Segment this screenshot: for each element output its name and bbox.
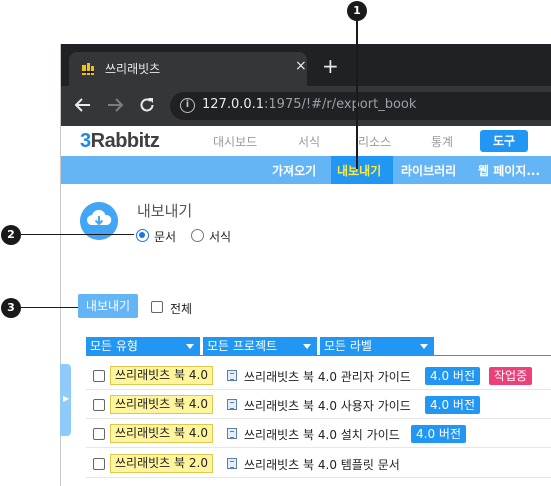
app-logo[interactable]: 3Rabbitz xyxy=(80,130,160,153)
table-row[interactable]: 쓰리래빗츠 북 4.0 쓰리래빗츠 북 4.0 설치 가이드 4.0 버전 xyxy=(86,420,551,448)
reload-icon[interactable] xyxy=(138,96,156,114)
radio-template-label: 서식 xyxy=(209,230,232,244)
browser-tab-bar: 쓰리래빗츠 × + xyxy=(60,44,551,86)
new-tab-icon[interactable]: + xyxy=(322,56,339,76)
subnav-import[interactable]: 가져오기 xyxy=(272,162,316,179)
callout-2-line xyxy=(21,234,134,235)
chevron-down-icon xyxy=(303,344,311,349)
table-row[interactable]: 쓰리래빗츠 북 4.0 쓰리래빗츠 북 4.0 사용자 가이드 4.0 버전 xyxy=(86,391,551,419)
book-tag[interactable]: 쓰리래빗츠 북 2.0 xyxy=(110,454,213,473)
filter-project[interactable]: 모든 프로젝트 xyxy=(203,337,317,355)
version-badge: 4.0 버전 xyxy=(425,396,480,414)
url-text: 127.0.0.1:1975/!#/r/export_book xyxy=(202,97,417,112)
document-title[interactable]: 쓰리래빗츠 북 4.0 템플릿 문서 xyxy=(244,456,400,473)
browser-tab[interactable]: 쓰리래빗츠 × xyxy=(69,52,307,86)
rabbit-favicon-icon xyxy=(82,63,94,75)
app-header: 3Rabbitz 대시보드 서식 리소스 통계 도구 xyxy=(60,126,551,156)
row-checkbox[interactable] xyxy=(93,458,105,470)
row-checkbox[interactable] xyxy=(93,399,105,411)
filter-type[interactable]: 모든 유형 xyxy=(86,337,200,355)
callout-1-line xyxy=(356,21,358,169)
callout-3: 3 xyxy=(1,298,21,318)
book-tag[interactable]: 쓰리래빗츠 북 4.0 xyxy=(110,395,213,414)
subnav-webpage[interactable]: 웹 페이지... xyxy=(478,162,540,179)
chevron-right-icon: ▶ xyxy=(63,394,70,403)
document-icon xyxy=(227,399,237,410)
sidebar-toggle[interactable]: ▶ xyxy=(60,364,71,436)
callout-1: 1 xyxy=(347,1,367,21)
menu-dashboard[interactable]: 대시보드 xyxy=(213,133,257,150)
menu-statistics[interactable]: 통계 xyxy=(431,133,453,150)
select-all-label: 전체 xyxy=(170,302,193,316)
document-title[interactable]: 쓰리래빗츠 북 4.0 설치 가이드 xyxy=(244,426,400,443)
subnav-library[interactable]: 라이브러리 xyxy=(401,162,456,179)
back-arrow-icon[interactable] xyxy=(74,96,92,114)
browser-toolbar: i 127.0.0.1:1975/!#/r/export_book xyxy=(60,86,551,126)
table-row[interactable]: 쓰리래빗츠 북 4.0 쓰리래빗츠 북 4.0 관리자 가이드 4.0 버전 작… xyxy=(86,362,551,390)
document-title[interactable]: 쓰리래빗츠 북 4.0 관리자 가이드 xyxy=(244,368,411,385)
menu-tool[interactable]: 도구 xyxy=(480,130,528,152)
filter-underline xyxy=(86,355,551,356)
document-icon xyxy=(227,428,237,439)
page-title: 내보내기 xyxy=(137,202,193,220)
callout-3-line xyxy=(21,307,78,308)
chevron-down-icon xyxy=(420,344,428,349)
menu-template[interactable]: 서식 xyxy=(298,133,320,150)
chevron-down-icon xyxy=(186,344,194,349)
tab-title: 쓰리래빗츠 xyxy=(105,62,161,76)
filter-label[interactable]: 모든 라벨 xyxy=(320,337,434,355)
select-all-checkbox[interactable] xyxy=(151,301,163,313)
callout-2: 2 xyxy=(1,225,21,245)
table-row[interactable]: 쓰리래빗츠 북 2.0 쓰리래빗츠 북 4.0 템플릿 문서 xyxy=(86,450,551,478)
book-tag[interactable]: 쓰리래빗츠 북 4.0 xyxy=(110,366,213,385)
radio-template[interactable] xyxy=(191,229,204,242)
document-icon xyxy=(227,370,237,381)
menu-resource[interactable]: 리소스 xyxy=(358,133,391,150)
version-badge: 4.0 버전 xyxy=(425,367,480,385)
radio-document[interactable] xyxy=(136,229,149,242)
document-title[interactable]: 쓰리래빗츠 북 4.0 사용자 가이드 xyxy=(244,397,411,414)
status-badge: 작업중 xyxy=(489,367,533,385)
version-badge: 4.0 버전 xyxy=(411,425,466,443)
export-button[interactable]: 내보내기 xyxy=(78,294,138,318)
book-tag[interactable]: 쓰리래빗츠 북 4.0 xyxy=(110,424,213,443)
info-icon[interactable]: i xyxy=(180,98,195,113)
sub-navigation: 가져오기 내보내기 라이브러리 웹 페이지... xyxy=(60,156,551,184)
address-bar[interactable]: i 127.0.0.1:1975/!#/r/export_book xyxy=(170,92,551,120)
document-icon xyxy=(227,458,237,469)
close-tab-icon[interactable]: × xyxy=(295,58,307,74)
row-checkbox[interactable] xyxy=(93,428,105,440)
radio-document-label: 문서 xyxy=(154,230,177,244)
subnav-export[interactable]: 내보내기 xyxy=(337,162,381,179)
row-checkbox[interactable] xyxy=(93,370,105,382)
forward-arrow-icon[interactable] xyxy=(106,96,124,114)
